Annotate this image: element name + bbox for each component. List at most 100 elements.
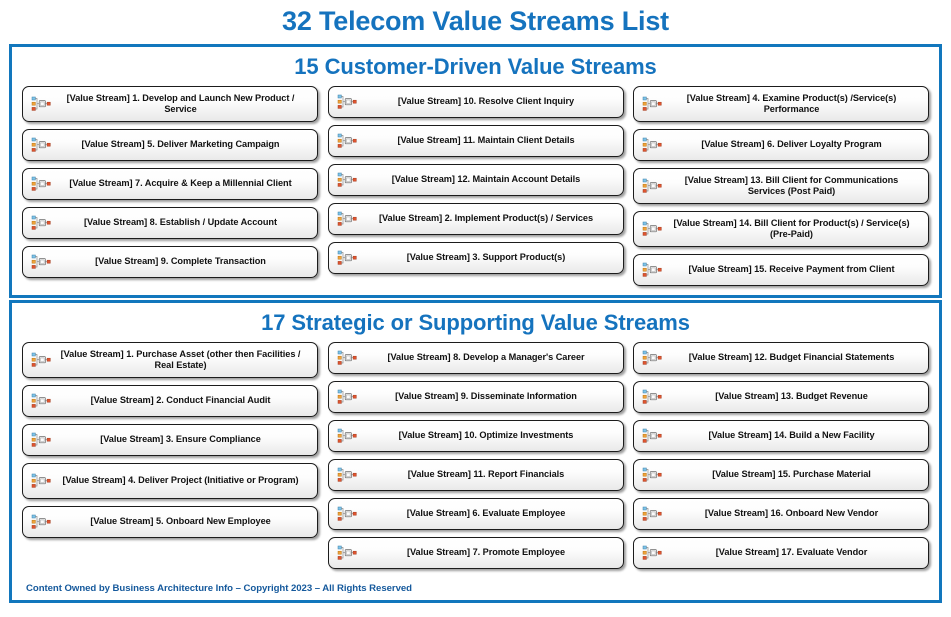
value-stream-icon bbox=[31, 254, 51, 270]
value-stream-icon bbox=[337, 172, 357, 188]
value-stream-icon bbox=[31, 137, 51, 153]
value-stream-icon bbox=[337, 506, 357, 522]
value-stream-icon bbox=[642, 389, 662, 405]
value-stream-label: [Value Stream] 7. Promote Employee bbox=[406, 547, 566, 558]
value-stream-label: [Value Stream] 13. Bill Client for Commu… bbox=[684, 174, 899, 197]
section-heading: 17 Strategic or Supporting Value Streams bbox=[261, 310, 690, 335]
value-stream-card[interactable]: [Value Stream] 1. Purchase Asset (other … bbox=[22, 342, 318, 378]
value-stream-card[interactable]: [Value Stream] 2. Conduct Financial Audi… bbox=[22, 385, 318, 417]
value-stream-card[interactable]: [Value Stream] 13. Bill Client for Commu… bbox=[633, 168, 929, 204]
value-stream-card[interactable]: [Value Stream] 10. Resolve Client Inquir… bbox=[327, 86, 624, 118]
section-columns: [Value Stream] 1. Purchase Asset (other … bbox=[12, 342, 939, 576]
value-stream-card[interactable]: [Value Stream] 13. Budget Revenue bbox=[633, 381, 929, 413]
value-stream-column: [Value Stream] 10. Resolve Client Inquir… bbox=[327, 86, 624, 293]
value-stream-icon bbox=[642, 96, 662, 112]
value-stream-card[interactable]: [Value Stream] 10. Optimize Investments bbox=[327, 420, 624, 452]
value-stream-label: [Value Stream] 16. Onboard New Vendor bbox=[704, 508, 879, 519]
value-stream-icon bbox=[642, 467, 662, 483]
value-stream-card[interactable]: [Value Stream] 12. Budget Financial Stat… bbox=[633, 342, 929, 374]
value-stream-card[interactable]: [Value Stream] 15. Purchase Material bbox=[633, 459, 929, 491]
value-stream-label: [Value Stream] 6. Evaluate Employee bbox=[406, 508, 566, 519]
value-stream-card[interactable]: [Value Stream] 4. Deliver Project (Initi… bbox=[22, 463, 318, 499]
value-stream-card[interactable]: [Value Stream] 6. Deliver Loyalty Progra… bbox=[633, 129, 929, 161]
value-stream-card[interactable]: [Value Stream] 6. Evaluate Employee bbox=[327, 498, 624, 530]
value-stream-card[interactable]: [Value Stream] 15. Receive Payment from … bbox=[633, 254, 929, 286]
value-stream-label: [Value Stream] 9. Disseminate Informatio… bbox=[395, 391, 577, 402]
value-stream-icon bbox=[337, 428, 357, 444]
value-stream-card[interactable]: [Value Stream] 2. Implement Product(s) /… bbox=[327, 203, 624, 235]
value-stream-card[interactable]: [Value Stream] 7. Promote Employee bbox=[327, 537, 624, 569]
value-stream-card[interactable]: [Value Stream] 12. Maintain Account Deta… bbox=[327, 164, 624, 196]
value-stream-label: [Value Stream] 12. Budget Financial Stat… bbox=[688, 352, 895, 363]
value-stream-label: [Value Stream] 13. Budget Revenue bbox=[715, 391, 868, 402]
value-stream-column: [Value Stream] 8. Develop a Manager's Ca… bbox=[327, 342, 624, 576]
value-stream-card[interactable]: [Value Stream] 14. Bill Client for Produ… bbox=[633, 211, 929, 247]
value-stream-icon bbox=[642, 545, 662, 561]
value-stream-column: [Value Stream] 1. Purchase Asset (other … bbox=[22, 342, 318, 576]
value-stream-icon bbox=[337, 250, 357, 266]
value-stream-card[interactable]: [Value Stream] 14. Build a New Facility bbox=[633, 420, 929, 452]
value-stream-column: [Value Stream] 4. Examine Product(s) /Se… bbox=[633, 86, 929, 293]
value-stream-icon bbox=[31, 96, 51, 112]
value-stream-label: [Value Stream] 8. Develop a Manager's Ca… bbox=[387, 352, 585, 363]
value-stream-icon bbox=[642, 506, 662, 522]
value-stream-card[interactable]: [Value Stream] 9. Complete Transaction bbox=[22, 246, 318, 278]
value-stream-label: [Value Stream] 7. Acquire & Keep a Mille… bbox=[69, 178, 292, 189]
section-strategic-supporting: 17 Strategic or Supporting Value Streams… bbox=[9, 300, 942, 603]
value-stream-icon bbox=[337, 94, 357, 110]
value-stream-label: [Value Stream] 3. Ensure Compliance bbox=[100, 434, 261, 445]
value-stream-column: [Value Stream] 1. Develop and Launch New… bbox=[22, 86, 318, 293]
copyright-footer: Content Owned by Business Architecture I… bbox=[26, 583, 412, 594]
value-stream-icon bbox=[337, 133, 357, 149]
value-stream-icon bbox=[642, 428, 662, 444]
value-stream-label: [Value Stream] 2. Implement Product(s) /… bbox=[378, 213, 594, 224]
value-stream-label: [Value Stream] 1. Develop and Launch New… bbox=[66, 92, 295, 115]
value-stream-icon bbox=[337, 211, 357, 227]
value-stream-label: [Value Stream] 14. Bill Client for Produ… bbox=[673, 217, 910, 240]
value-stream-card[interactable]: [Value Stream] 3. Support Product(s) bbox=[327, 242, 624, 274]
value-stream-card[interactable]: [Value Stream] 1. Develop and Launch New… bbox=[22, 86, 318, 122]
section-heading: 15 Customer-Driven Value Streams bbox=[294, 54, 657, 79]
value-stream-label: [Value Stream] 5. Deliver Marketing Camp… bbox=[81, 139, 280, 150]
value-stream-icon bbox=[642, 178, 662, 194]
value-stream-card[interactable]: [Value Stream] 4. Examine Product(s) /Se… bbox=[633, 86, 929, 122]
value-stream-card[interactable]: [Value Stream] 11. Maintain Client Detai… bbox=[327, 125, 624, 157]
value-stream-label: [Value Stream] 4. Examine Product(s) /Se… bbox=[686, 92, 897, 115]
value-stream-label: [Value Stream] 15. Purchase Material bbox=[712, 469, 871, 480]
value-stream-icon bbox=[337, 545, 357, 561]
value-stream-label: [Value Stream] 10. Optimize Investments bbox=[398, 430, 574, 441]
value-stream-card[interactable]: [Value Stream] 3. Ensure Compliance bbox=[22, 424, 318, 456]
value-stream-card[interactable]: [Value Stream] 8. Develop a Manager's Ca… bbox=[327, 342, 624, 374]
value-stream-icon bbox=[31, 432, 51, 448]
value-stream-icon bbox=[337, 389, 357, 405]
value-stream-card[interactable]: [Value Stream] 9. Disseminate Informatio… bbox=[327, 381, 624, 413]
value-stream-icon bbox=[337, 350, 357, 366]
value-stream-label: [Value Stream] 8. Establish / Update Acc… bbox=[84, 217, 277, 228]
value-stream-column: [Value Stream] 12. Budget Financial Stat… bbox=[633, 342, 929, 576]
value-stream-card[interactable]: [Value Stream] 5. Deliver Marketing Camp… bbox=[22, 129, 318, 161]
value-stream-card[interactable]: [Value Stream] 5. Onboard New Employee bbox=[22, 506, 318, 538]
value-stream-icon bbox=[642, 350, 662, 366]
value-stream-label: [Value Stream] 9. Complete Transaction bbox=[95, 256, 266, 267]
section-columns: [Value Stream] 1. Develop and Launch New… bbox=[12, 86, 939, 293]
value-stream-icon bbox=[31, 514, 51, 530]
value-stream-icon bbox=[642, 137, 662, 153]
value-stream-label: [Value Stream] 11. Maintain Client Detai… bbox=[397, 135, 575, 146]
value-stream-label: [Value Stream] 2. Conduct Financial Audi… bbox=[90, 395, 271, 406]
value-stream-card[interactable]: [Value Stream] 7. Acquire & Keep a Mille… bbox=[22, 168, 318, 200]
value-stream-label: [Value Stream] 3. Support Product(s) bbox=[406, 252, 566, 263]
value-stream-label: [Value Stream] 10. Resolve Client Inquir… bbox=[397, 96, 575, 107]
value-stream-card[interactable]: [Value Stream] 16. Onboard New Vendor bbox=[633, 498, 929, 530]
value-stream-label: [Value Stream] 4. Deliver Project (Initi… bbox=[62, 475, 299, 486]
value-stream-icon bbox=[642, 262, 662, 278]
value-stream-icon bbox=[31, 473, 51, 489]
value-stream-label: [Value Stream] 11. Report Financials bbox=[407, 469, 565, 480]
value-stream-icon bbox=[31, 215, 51, 231]
value-stream-icon bbox=[31, 393, 51, 409]
section-customer-driven: 15 Customer-Driven Value Streams [Value … bbox=[9, 44, 942, 298]
value-stream-label: [Value Stream] 6. Deliver Loyalty Progra… bbox=[701, 139, 882, 150]
value-stream-card[interactable]: [Value Stream] 11. Report Financials bbox=[327, 459, 624, 491]
value-stream-label: [Value Stream] 5. Onboard New Employee bbox=[90, 516, 271, 527]
value-stream-card[interactable]: [Value Stream] 17. Evaluate Vendor bbox=[633, 537, 929, 569]
value-stream-card[interactable]: [Value Stream] 8. Establish / Update Acc… bbox=[22, 207, 318, 239]
